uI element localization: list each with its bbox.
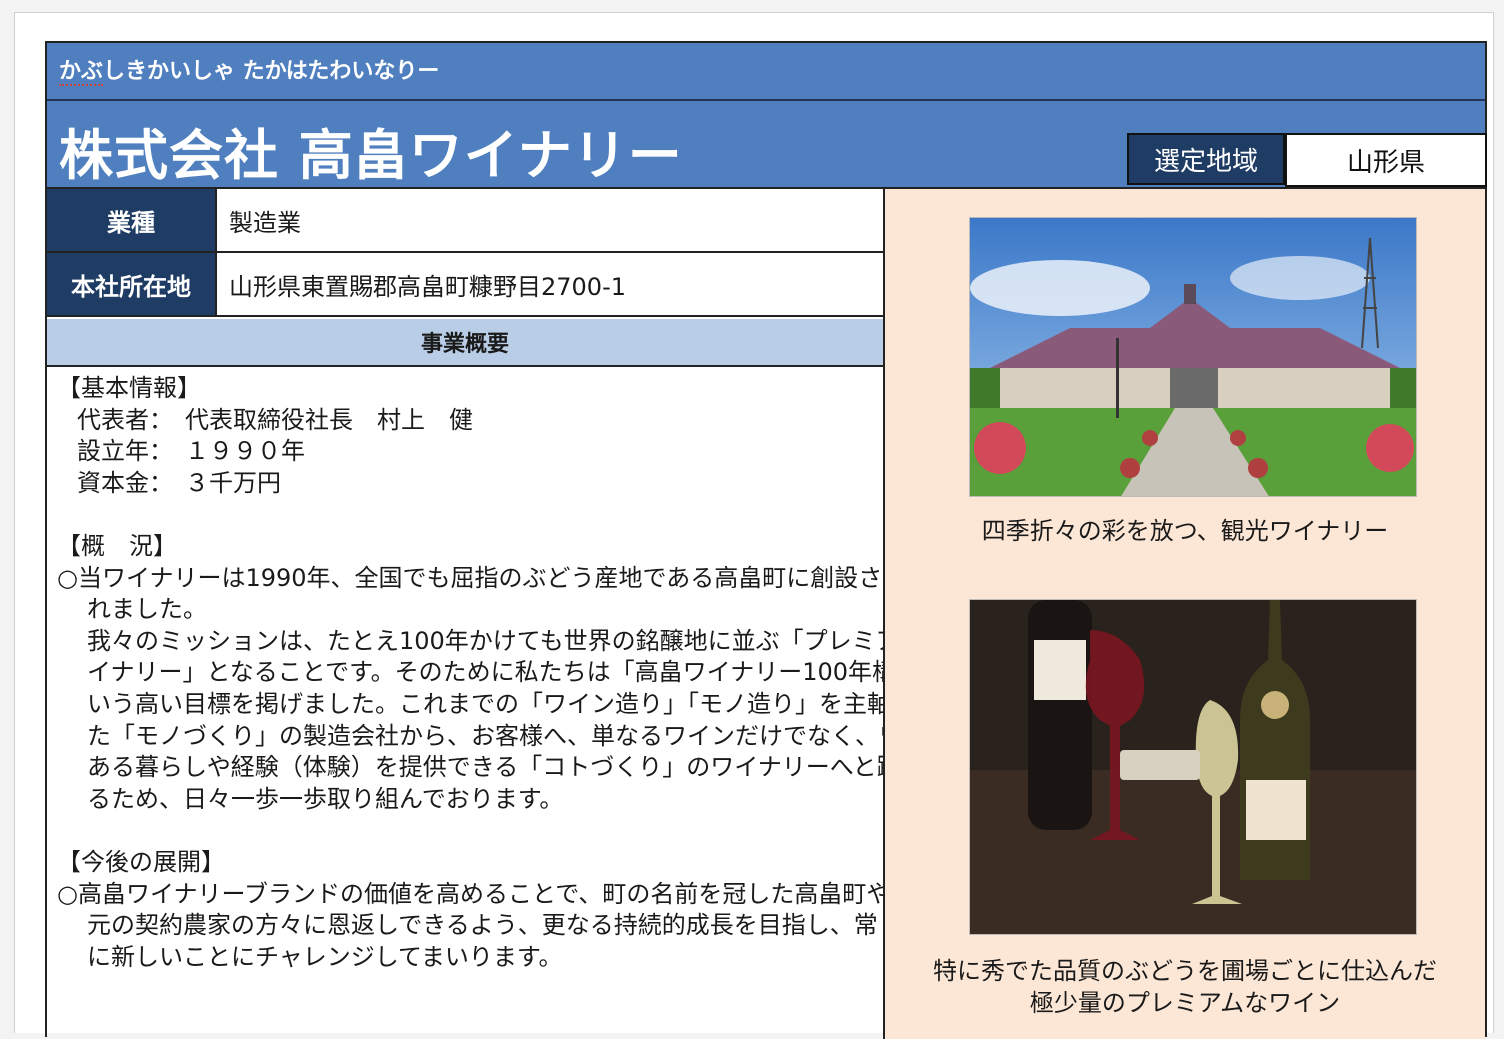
- overview-line: た「モノづくり」の製造会社から、お客様へ、単なるワインだけでなく、ワインの: [87, 721, 975, 750]
- address-label: 本社所在地: [47, 253, 217, 315]
- section-title: 事業概要: [47, 319, 883, 367]
- future-line: ○高畠ワイナリーブランドの価値を高めることで、町の名前を冠した高畠町や地: [57, 879, 915, 908]
- industry-row: 業種 製造業: [47, 189, 883, 253]
- region-value: 山形県: [1285, 133, 1487, 187]
- industry-value: 製造業: [229, 208, 301, 237]
- photo-panel: 四季折々の彩を放つ、観光ワイナリー 特に秀でた品質のぶどうを圃場ごとに仕込んだ …: [883, 189, 1485, 1039]
- overview-line: るため、日々一歩一歩取り組んでおります。: [87, 784, 564, 813]
- winery-photo: [969, 217, 1417, 497]
- future-heading: 【今後の展開】: [57, 847, 225, 876]
- spellcheck-mark: かぶ: [59, 59, 104, 86]
- overview-line: ○当ワイナリーは1990年、全国でも屈指のぶどう産地である高畠町に創設さ: [57, 563, 883, 592]
- company-name-kana-rest: しきかいしゃ たかはたわいなりー: [103, 59, 440, 84]
- winery-caption: 四季折々の彩を放つ、観光ワイナリー: [981, 517, 1389, 545]
- overview-line: イナリー」となることです。そのために私たちは「高畠ワイナリー100年構想」と: [87, 658, 969, 687]
- company-sheet: かぶしきかいしゃ たかはたわいなりー 株式会社 高畠ワイナリー 選定地域 山形県…: [45, 41, 1487, 1039]
- founded-year: 設立年： １９９０年: [77, 437, 305, 466]
- industry-label: 業種: [47, 189, 217, 251]
- wine-caption-line2: 極少量のプレミアムなワイン: [1029, 989, 1341, 1017]
- wine-bottles-image: [970, 600, 1416, 934]
- company-name-kana: かぶしきかいしゃ たかはたわいなりー: [59, 53, 440, 86]
- company-name: 株式会社 高畠ワイナリー: [59, 124, 683, 187]
- overview-line: ある暮らしや経験（体験）を提供できる「コトづくり」のワイナリーへと躍進す: [87, 753, 949, 782]
- address-value: 山形県東置賜郡高畠町糠野目2700-1: [229, 272, 627, 301]
- wine-caption-line1: 特に秀でた品質のぶどうを圃場ごとに仕込んだ: [933, 957, 1437, 985]
- overview-heading: 【概 況】: [57, 531, 177, 560]
- overview-line: いう高い目標を掲げました。これまでの「ワイン造り」「モノ造り」を主軸としてき: [87, 689, 986, 718]
- kana-band: かぶしきかいしゃ たかはたわいなりー: [47, 43, 1485, 101]
- region-label: 選定地域: [1127, 133, 1285, 185]
- representative: 代表者： 代表取締役社長 村上 健: [77, 405, 473, 434]
- future-line: 元の契約農家の方々に恩返しできるよう、更なる持続的成長を目指し、常: [87, 911, 878, 940]
- business-info-panel: 業種 製造業 本社所在地 山形県東置賜郡高畠町糠野目2700-1 事業概要 【基…: [47, 189, 986, 1039]
- business-overview-text: 【基本情報】 代表者： 代表取締役社長 村上 健 設立年： １９９０年 資本金：…: [57, 373, 986, 973]
- overview-line: 我々のミッションは、たとえ100年かけても世界の銘醸地に並ぶ「プレミアムワ: [87, 626, 946, 655]
- document-page: かぶしきかいしゃ たかはたわいなりー 株式会社 高畠ワイナリー 選定地域 山形県…: [14, 12, 1494, 1039]
- wine-photo: [969, 599, 1417, 935]
- overview-line: れました。: [87, 595, 207, 624]
- basic-info-heading: 【基本情報】: [57, 374, 201, 402]
- capital: 資本金： ３千万円: [77, 468, 281, 497]
- future-line: に新しいことにチャレンジしてまいります。: [87, 942, 563, 971]
- address-row: 本社所在地 山形県東置賜郡高畠町糠野目2700-1: [47, 253, 883, 317]
- winery-building-image: [970, 218, 1416, 496]
